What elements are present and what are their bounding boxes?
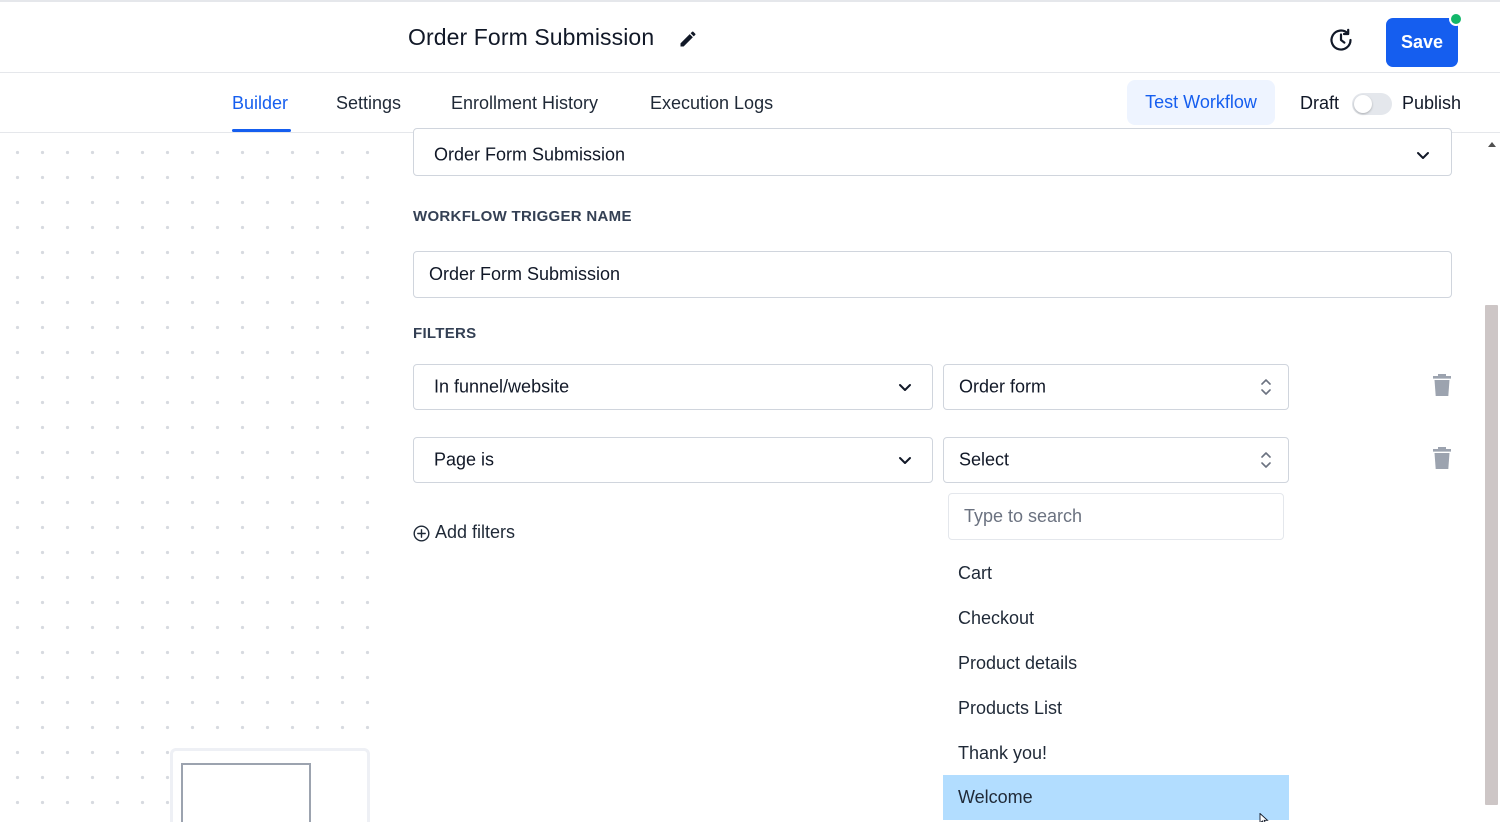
trash-icon[interactable]	[1432, 373, 1452, 397]
chevron-down-icon	[899, 384, 911, 391]
canvas-minimap[interactable]	[170, 748, 370, 822]
draft-label: Draft	[1300, 93, 1340, 113]
filters-label: FILTERS	[413, 325, 477, 342]
filter-field-select[interactable]: Page is	[413, 437, 933, 483]
filter-field-select[interactable]: In funnel/website	[413, 364, 933, 410]
tab-enrollment-history[interactable]: Enrollment History	[451, 93, 598, 114]
tab-bar: Builder Settings Enrollment History Exec…	[0, 73, 1500, 133]
add-filters-label: Add filters	[435, 522, 516, 542]
scroll-up-arrow-icon[interactable]	[1487, 140, 1497, 148]
trigger-select[interactable]: Order Form Submission	[413, 128, 1452, 176]
tab-execution-logs[interactable]: Execution Logs	[650, 93, 773, 114]
chevron-down-icon	[899, 457, 911, 464]
filter-value-select[interactable]: Order form	[943, 364, 1289, 410]
workflow-title: Order Form Submission	[408, 24, 655, 50]
filter-value-text: Order form	[959, 376, 1047, 397]
updown-chevron-icon	[1261, 379, 1271, 395]
filter-field-value: Page is	[434, 449, 495, 470]
history-clock-icon[interactable]	[1327, 26, 1355, 54]
dropdown-search-input[interactable]	[948, 493, 1284, 540]
tab-settings[interactable]: Settings	[336, 93, 401, 114]
tab-builder[interactable]: Builder	[232, 93, 288, 114]
chevron-down-icon	[1417, 152, 1429, 159]
page-dropdown-menu: Cart Checkout Product details Products L…	[943, 485, 1289, 822]
toggle-knob	[1354, 95, 1372, 113]
updown-chevron-icon	[1261, 452, 1271, 468]
workflow-canvas[interactable]	[0, 134, 380, 822]
trigger-select-value: Order Form Submission	[434, 144, 626, 165]
active-tab-indicator	[232, 129, 291, 132]
minimap-viewport[interactable]	[181, 763, 311, 822]
status-dot	[1449, 12, 1463, 26]
hand-cursor-icon	[1259, 813, 1269, 822]
plus-circle-icon	[413, 525, 430, 542]
test-workflow-button[interactable]: Test Workflow	[1127, 80, 1275, 125]
trigger-name-label: WORKFLOW TRIGGER NAME	[413, 208, 632, 225]
dropdown-option[interactable]: Products List	[943, 686, 1289, 731]
dropdown-option[interactable]: Thank you!	[943, 731, 1289, 776]
top-header: Order Form Submission Save	[0, 0, 1500, 73]
scrollbar-thumb[interactable]	[1485, 305, 1498, 805]
page-select-value: Select	[959, 449, 1010, 470]
dropdown-option-highlighted[interactable]: Welcome	[943, 775, 1289, 820]
filter-field-value: In funnel/website	[434, 376, 570, 397]
dropdown-option[interactable]: Product details	[943, 641, 1289, 686]
trigger-name-input[interactable]	[413, 251, 1452, 298]
dropdown-option[interactable]: Checkout	[943, 596, 1289, 641]
trash-icon[interactable]	[1432, 446, 1452, 470]
publish-toggle[interactable]	[1352, 93, 1392, 115]
publish-label: Publish	[1402, 93, 1462, 113]
pencil-icon[interactable]	[678, 29, 698, 49]
page-select[interactable]: Select	[943, 437, 1289, 483]
dropdown-option[interactable]: Cart	[943, 551, 1289, 596]
save-button[interactable]: Save	[1386, 18, 1458, 67]
